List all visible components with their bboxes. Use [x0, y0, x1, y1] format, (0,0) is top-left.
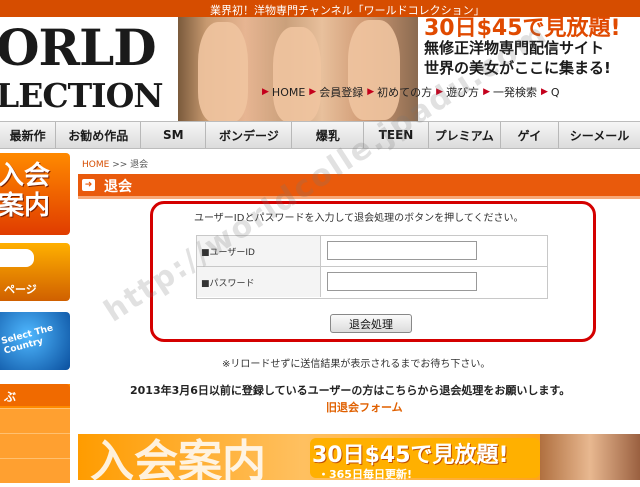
- breadcrumb-sep: >>: [112, 160, 128, 170]
- sidebar-country-banner[interactable]: Select The Country: [0, 312, 70, 370]
- page-title: 退会: [104, 179, 132, 195]
- page-title-bar: [78, 174, 640, 199]
- category-recommended[interactable]: お勧め作品: [56, 122, 142, 148]
- sidebar-menu-item[interactable]: [0, 408, 70, 433]
- breadcrumb-home[interactable]: HOME: [82, 160, 109, 170]
- nav-label: HOME: [271, 85, 306, 99]
- breadcrumb-current: 退会: [130, 160, 149, 170]
- arrow-icon: ▶: [367, 87, 375, 97]
- arrow-icon: ▶: [309, 87, 317, 97]
- arrow-icon: ▶: [262, 87, 269, 97]
- sidebar-page-label: ページ: [4, 283, 37, 296]
- reload-note: ※リロードせずに送信結果が表示されるまでお待ち下さい。: [222, 359, 491, 370]
- site-logo-line1[interactable]: ORLD: [0, 23, 157, 73]
- user-id-input[interactable]: [327, 241, 477, 260]
- withdraw-form: ■ユーザーID ■パスワード: [196, 235, 548, 299]
- breadcrumb: HOME >> 退会: [82, 157, 148, 170]
- category-new[interactable]: 最新作: [0, 122, 57, 148]
- nav-faq[interactable]: ▶ Q: [541, 84, 560, 100]
- nav-label: 会員登録: [319, 86, 364, 99]
- sidebar-join-label: 入会 案内: [0, 161, 51, 221]
- nav-label: 一発検索: [492, 86, 537, 99]
- category-gay[interactable]: ゲイ: [501, 122, 560, 148]
- password-label: ■パスワード: [197, 267, 321, 297]
- category-premium[interactable]: プレミアム: [429, 122, 501, 148]
- category-bondage[interactable]: ボンデージ: [206, 122, 293, 148]
- sidebar-menu-item[interactable]: [0, 433, 70, 458]
- site-logo-line2[interactable]: LECTION: [0, 79, 164, 112]
- nav-home[interactable]: ▶ HOME: [262, 84, 305, 100]
- sidebar-page-banner[interactable]: ページ: [0, 243, 70, 301]
- sidebar-country-label: Select The Country: [0, 323, 55, 357]
- page-icon: [0, 249, 34, 267]
- sidebar-join-banner[interactable]: 入会 案内: [0, 153, 70, 235]
- arrow-right-icon: ➜: [82, 179, 95, 191]
- old-withdraw-form-link[interactable]: 旧退会フォーム: [326, 399, 403, 415]
- category-bar: 最新作 お勧め作品 SM ボンデージ 爆乳 TEEN プレミアム ゲイ シーメー…: [0, 121, 640, 149]
- category-sm[interactable]: SM: [141, 122, 207, 148]
- nav-register[interactable]: ▶ 会員登録: [309, 84, 363, 100]
- banner-price: 30日$45で見放題!: [312, 443, 509, 468]
- arrow-icon: ▶: [540, 87, 548, 97]
- old-users-message: 2013年3月6日以前に登録しているユーザーの方はこちらから退会処理をお願いしま…: [130, 384, 571, 397]
- sidebar-menu-item[interactable]: [0, 458, 70, 483]
- banner-join-text: 入会案内: [90, 436, 266, 487]
- password-input[interactable]: [327, 272, 477, 291]
- category-shemale[interactable]: シーメール: [559, 122, 640, 148]
- header-photo: [178, 17, 418, 121]
- form-row-password: ■パスワード: [197, 267, 547, 297]
- nav-label: Q: [550, 85, 560, 99]
- sidebar-menu-title: ぶ: [4, 390, 17, 404]
- withdraw-submit-button[interactable]: 退会処理: [330, 314, 412, 333]
- banner-photo: [540, 434, 640, 480]
